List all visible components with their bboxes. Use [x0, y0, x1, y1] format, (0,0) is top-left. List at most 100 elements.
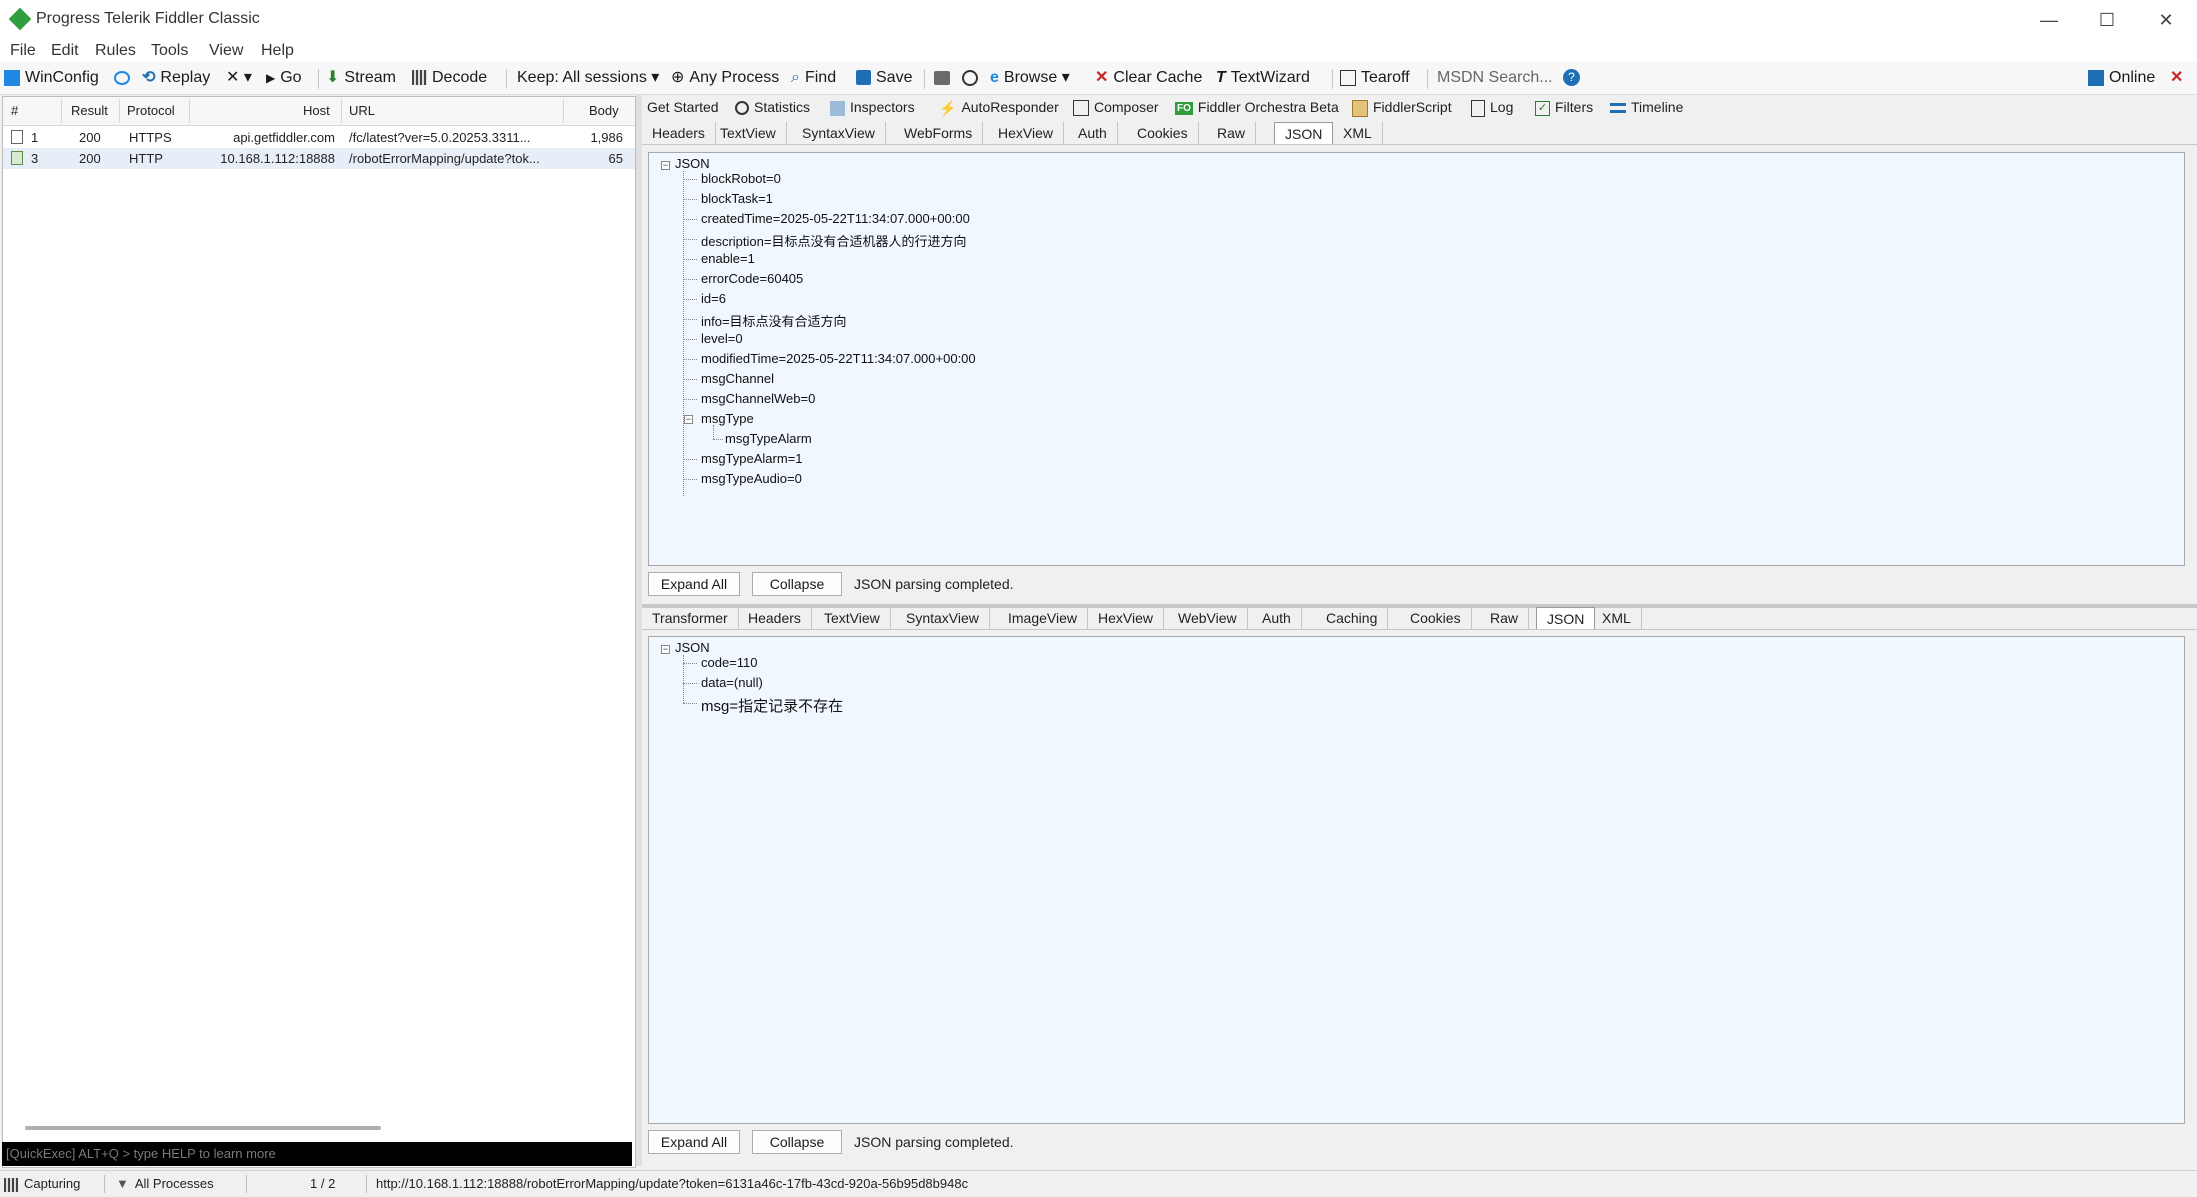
req-tab-syntaxview[interactable]: SyntaxView	[792, 122, 886, 144]
resp-tab-headers[interactable]: Headers	[738, 607, 812, 629]
req-tab-textview[interactable]: TextView	[710, 122, 787, 144]
column-protocol[interactable]: Protocol	[127, 103, 175, 118]
collapse-button[interactable]: Collapse	[752, 572, 842, 596]
json-node[interactable]: msgChannelWeb=0	[701, 391, 815, 406]
save-button[interactable]: Save	[856, 67, 912, 89]
column-body[interactable]: Body	[589, 103, 619, 118]
json-node[interactable]: data=(null)	[701, 675, 763, 690]
tab-inspectors[interactable]: Inspectors	[830, 99, 915, 116]
json-node[interactable]: id=6	[701, 291, 726, 306]
replay-button[interactable]: ⟲ Replay	[142, 67, 210, 89]
tab-log[interactable]: Log	[1471, 99, 1513, 117]
close-button[interactable]: ✕	[2146, 6, 2186, 34]
online-indicator[interactable]: Online	[2088, 67, 2155, 89]
tab-autoresponder[interactable]: ⚡ AutoResponder	[939, 99, 1059, 117]
textwizard-button[interactable]: T TextWizard	[1216, 67, 1310, 89]
req-tab-webforms[interactable]: WebForms	[894, 122, 984, 144]
resp-tab-caching[interactable]: Caching	[1316, 607, 1389, 629]
resp-tab-webview[interactable]: WebView	[1168, 607, 1248, 629]
close-toolbar-icon[interactable]: ✕	[2170, 67, 2183, 89]
json-node[interactable]: info=目标点没有合适方向	[701, 311, 847, 330]
maximize-button[interactable]: ☐	[2087, 6, 2127, 34]
tab-composer[interactable]: Composer	[1073, 99, 1159, 117]
clear-cache-button[interactable]: ✕ Clear Cache	[1095, 67, 1202, 89]
go-button[interactable]: ▶ Go	[266, 67, 302, 89]
resp-tab-cookies[interactable]: Cookies	[1400, 607, 1472, 629]
json-node[interactable]: modifiedTime=2025-05-22T11:34:07.000+00:…	[701, 351, 976, 366]
horizontal-scrollbar[interactable]	[25, 1126, 381, 1130]
resp-tab-xml[interactable]: XML	[1592, 607, 1642, 629]
session-row[interactable]: 1 200 HTTPS api.getfiddler.com /fc/lates…	[3, 127, 635, 148]
tab-filters[interactable]: ✓ Filters	[1535, 99, 1593, 116]
json-node[interactable]: msgTypeAlarm	[725, 431, 812, 446]
keep-sessions-dropdown[interactable]: Keep: All sessions ▾	[517, 67, 659, 89]
req-tab-cookies[interactable]: Cookies	[1127, 122, 1199, 144]
column-host[interactable]: Host	[303, 103, 330, 118]
process-filter[interactable]: ▼ All Processes	[116, 1176, 214, 1191]
expand-all-button[interactable]: Expand All	[648, 572, 740, 596]
menu-file[interactable]: File	[10, 40, 36, 62]
json-node[interactable]: msgTypeAudio=0	[701, 471, 802, 486]
menu-tools[interactable]: Tools	[151, 40, 188, 62]
resp-tab-hexview[interactable]: HexView	[1088, 607, 1164, 629]
req-tab-auth[interactable]: Auth	[1068, 122, 1118, 144]
menu-edit[interactable]: Edit	[51, 40, 79, 62]
menu-view[interactable]: View	[209, 40, 243, 62]
minimize-button[interactable]: —	[2029, 6, 2069, 34]
json-node[interactable]: code=110	[701, 655, 758, 670]
request-json-tree[interactable]: − JSON blockRobot=0 blockTask=1 createdT…	[648, 152, 2185, 566]
expand-all-button[interactable]: Expand All	[648, 1130, 740, 1154]
timer-button[interactable]	[962, 67, 983, 89]
capturing-toggle[interactable]: Capturing	[4, 1176, 80, 1192]
json-node[interactable]: errorCode=60405	[701, 271, 803, 286]
screenshot-button[interactable]	[934, 67, 955, 89]
tab-fiddler-orchestra[interactable]: FO Fiddler Orchestra Beta	[1175, 99, 1339, 115]
req-tab-json[interactable]: JSON	[1274, 122, 1334, 144]
tab-statistics[interactable]: Statistics	[735, 99, 810, 116]
stream-button[interactable]: ⬇ Stream	[326, 67, 396, 89]
json-node[interactable]: msgTypeAlarm=1	[701, 451, 803, 466]
json-node[interactable]: enable=1	[701, 251, 755, 266]
msdn-search-input[interactable]: MSDN Search...	[1437, 67, 1553, 89]
any-process-button[interactable]: ⊕ Any Process	[671, 67, 779, 89]
comment-button[interactable]	[114, 67, 135, 89]
collapse-button[interactable]: Collapse	[752, 1130, 842, 1154]
collapse-toggle-icon[interactable]: −	[661, 161, 670, 170]
menu-rules[interactable]: Rules	[95, 40, 136, 62]
req-tab-headers[interactable]: Headers	[642, 122, 716, 144]
json-node[interactable]: level=0	[701, 331, 743, 346]
help-button[interactable]: ?	[1563, 67, 1585, 89]
tearoff-button[interactable]: Tearoff	[1340, 67, 1410, 89]
resp-tab-auth[interactable]: Auth	[1252, 607, 1302, 629]
resp-tab-syntaxview[interactable]: SyntaxView	[896, 607, 990, 629]
resp-tab-raw[interactable]: Raw	[1480, 607, 1530, 629]
req-tab-raw[interactable]: Raw	[1207, 122, 1257, 144]
req-tab-xml[interactable]: XML	[1333, 122, 1383, 144]
json-root[interactable]: JSON	[675, 156, 710, 171]
resp-tab-transformer[interactable]: Transformer	[642, 607, 739, 629]
tab-get-started[interactable]: Get Started	[647, 99, 719, 115]
column-result[interactable]: Result	[71, 103, 108, 118]
response-json-tree[interactable]: − JSON code=110 data=(null) msg=指定记录不存在	[648, 636, 2185, 1124]
resp-tab-textview[interactable]: TextView	[814, 607, 891, 629]
menu-help[interactable]: Help	[261, 40, 294, 62]
req-tab-hexview[interactable]: HexView	[988, 122, 1064, 144]
json-node[interactable]: msg=指定记录不存在	[701, 695, 843, 716]
collapse-toggle-icon[interactable]: −	[684, 415, 693, 424]
sessions-list[interactable]: # Result Protocol Host URL Body 1 200 HT…	[2, 96, 636, 1168]
tab-timeline[interactable]: Timeline	[1610, 99, 1683, 115]
json-node[interactable]: description=目标点没有合适机器人的行进方向	[701, 231, 966, 250]
json-node[interactable]: msgChannel	[701, 371, 774, 386]
collapse-toggle-icon[interactable]: −	[661, 645, 670, 654]
json-node[interactable]: blockTask=1	[701, 191, 773, 206]
json-node[interactable]: blockRobot=0	[701, 171, 781, 186]
find-button[interactable]: ⌕ Find	[791, 67, 836, 89]
json-node[interactable]: createdTime=2025-05-22T11:34:07.000+00:0…	[701, 211, 970, 226]
column-url[interactable]: URL	[349, 103, 375, 118]
winconfig-button[interactable]: WinConfig	[4, 67, 99, 89]
column-number[interactable]: #	[11, 103, 18, 118]
session-row[interactable]: 3 200 HTTP 10.168.1.112:18888 /robotErro…	[3, 148, 635, 169]
json-root[interactable]: JSON	[675, 640, 710, 655]
decode-button[interactable]: Decode	[412, 67, 487, 89]
remove-sessions-button[interactable]: ✕ ▾	[226, 67, 252, 89]
